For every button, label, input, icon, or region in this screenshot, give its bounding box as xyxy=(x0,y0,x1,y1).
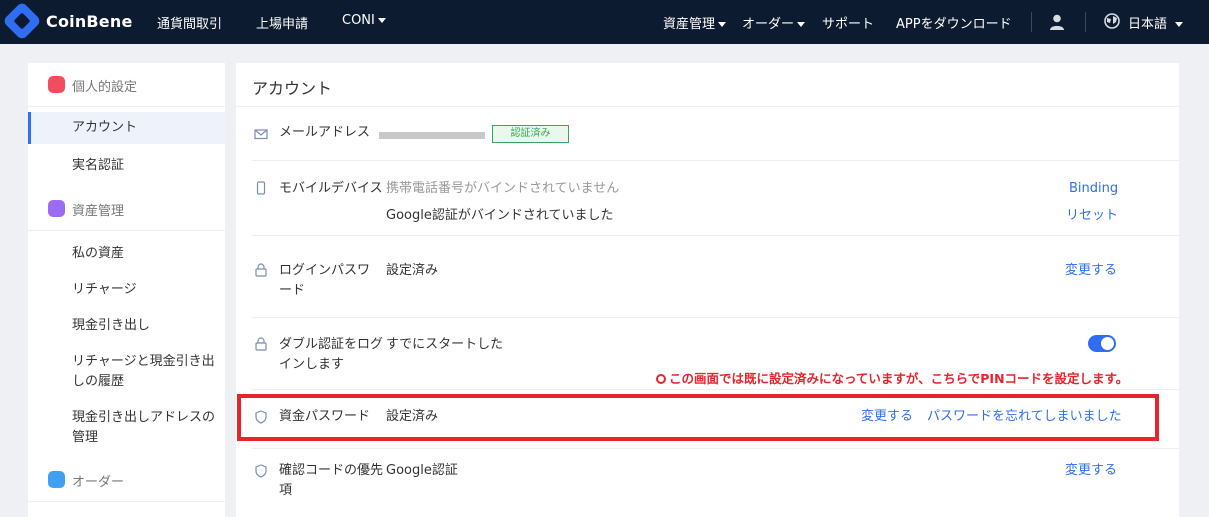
sidebar-item-withdrawal-address-management[interactable]: 現金引き出しアドレスの管理 xyxy=(28,408,225,448)
mobile-device-label: モバイルデバイス xyxy=(279,181,383,196)
change-verification-priority-link[interactable]: 変更する xyxy=(1065,461,1117,481)
annotation-highlight-box xyxy=(237,394,1159,441)
asset-management-icon xyxy=(48,200,65,217)
nav-coni-dropdown[interactable]: CONI xyxy=(342,13,386,28)
masked-email-value xyxy=(379,132,485,139)
shield-icon xyxy=(255,464,267,478)
nav-download-app[interactable]: APPをダウンロード xyxy=(896,13,1012,32)
personal-settings-icon xyxy=(48,76,65,93)
verification-priority-label: 確認コードの優先項 xyxy=(279,463,384,498)
annotation-text: この画面では既に設定済みになっていますが、こちらでPINコードを設定します。 xyxy=(669,371,1129,386)
coinbene-logo-icon xyxy=(2,1,42,41)
page-title: アカウント xyxy=(252,79,333,98)
two-factor-status: すでにスタートした xyxy=(386,337,504,352)
sidebar-item-identity-verification[interactable]: 実名認証 xyxy=(28,156,225,176)
mail-icon xyxy=(254,129,268,140)
chevron-down-icon xyxy=(1175,22,1184,27)
login-password-label: ログインパスワード xyxy=(279,263,371,298)
sidebar-group-label: 資産管理 xyxy=(72,204,125,219)
row-divider xyxy=(252,389,1179,390)
mobile-icon xyxy=(256,181,266,195)
nav-coni-label: CONI xyxy=(342,13,375,28)
brand-name: CoinBene xyxy=(46,11,133,31)
sidebar-item-deposit[interactable]: リチャージ xyxy=(28,280,225,300)
sidebar-group-asset-management[interactable]: 資産管理 xyxy=(28,187,225,231)
change-login-password-link[interactable]: 変更する xyxy=(1065,261,1117,281)
sidebar-item-account[interactable]: アカウント xyxy=(28,112,225,144)
chevron-down-icon xyxy=(377,18,386,23)
language-label: 日本語 xyxy=(1128,17,1168,32)
orders-icon xyxy=(48,471,65,488)
globe-icon xyxy=(1104,13,1120,29)
nav-support[interactable]: サポート xyxy=(822,13,874,32)
two-factor-login-label: ダブル認証をログインします xyxy=(279,337,384,372)
annotation-note: この画面では既に設定済みになっていますが、こちらでPINコードを設定します。 xyxy=(656,368,1128,387)
sidebar-item-deposit-withdrawal-history[interactable]: リチャージと現金引き出しの履歴 xyxy=(28,352,225,392)
language-selector[interactable]: 日本語 xyxy=(1128,13,1184,32)
nav-divider xyxy=(1031,12,1032,32)
account-panel: アカウント メールアドレス 認証済み モバイルデバイス 携帯電話番号がバインドさ… xyxy=(236,63,1179,517)
chevron-down-icon xyxy=(718,22,727,27)
panel-header: アカウント xyxy=(236,63,1179,107)
sidebar-group-label: 個人的設定 xyxy=(72,80,138,95)
row-divider xyxy=(252,235,1179,236)
chevron-down-icon xyxy=(797,22,806,27)
sidebar-group-personal-settings[interactable]: 個人的設定 xyxy=(28,63,225,107)
pin-icon xyxy=(656,374,666,384)
verification-priority-value: Google認証 xyxy=(386,463,458,478)
brand-logo[interactable]: CoinBene xyxy=(2,1,133,41)
user-icon[interactable] xyxy=(1048,13,1066,31)
nav-exchange[interactable]: 通貨間取引 xyxy=(157,13,222,32)
lock-icon xyxy=(255,263,267,277)
google-auth-status: Google認証がバインドされていました xyxy=(386,208,614,223)
nav-asset-management-label: 資産管理 xyxy=(663,17,716,32)
phone-binding-status: 携帯電話番号がバインドされていません xyxy=(386,181,620,196)
top-navigation-bar: CoinBene 通貨間取引 上場申請 CONI 資産管理 オーダー サポート … xyxy=(0,0,1209,44)
login-password-status: 設定済み xyxy=(386,263,439,278)
nav-orders-label: オーダー xyxy=(742,17,795,32)
nav-listing-application[interactable]: 上場申請 xyxy=(256,13,308,32)
lock-icon xyxy=(255,337,267,351)
row-divider xyxy=(252,160,1179,161)
sidebar-group-label: オーダー xyxy=(72,475,125,490)
email-label: メールアドレス xyxy=(279,125,371,140)
row-divider xyxy=(252,317,1179,318)
nav-asset-management-dropdown[interactable]: 資産管理 xyxy=(663,13,727,32)
sidebar-item-my-assets[interactable]: 私の資産 xyxy=(28,244,225,264)
bind-phone-link[interactable]: Binding xyxy=(1069,179,1118,199)
sidebar-group-orders[interactable]: オーダー xyxy=(28,458,225,502)
reset-google-auth-link[interactable]: リセット xyxy=(1066,206,1118,226)
verified-badge: 認証済み xyxy=(492,125,569,143)
sidebar-item-withdrawal[interactable]: 現金引き出し xyxy=(28,316,225,336)
nav-orders-dropdown[interactable]: オーダー xyxy=(742,13,806,32)
nav-divider xyxy=(1085,12,1086,32)
sidebar: 個人的設定 アカウント 実名認証 資産管理 私の資産 リチャージ 現金引き出し … xyxy=(28,63,225,517)
row-divider xyxy=(252,448,1179,449)
toggle-knob xyxy=(1101,337,1114,350)
two-factor-toggle[interactable] xyxy=(1088,335,1116,352)
